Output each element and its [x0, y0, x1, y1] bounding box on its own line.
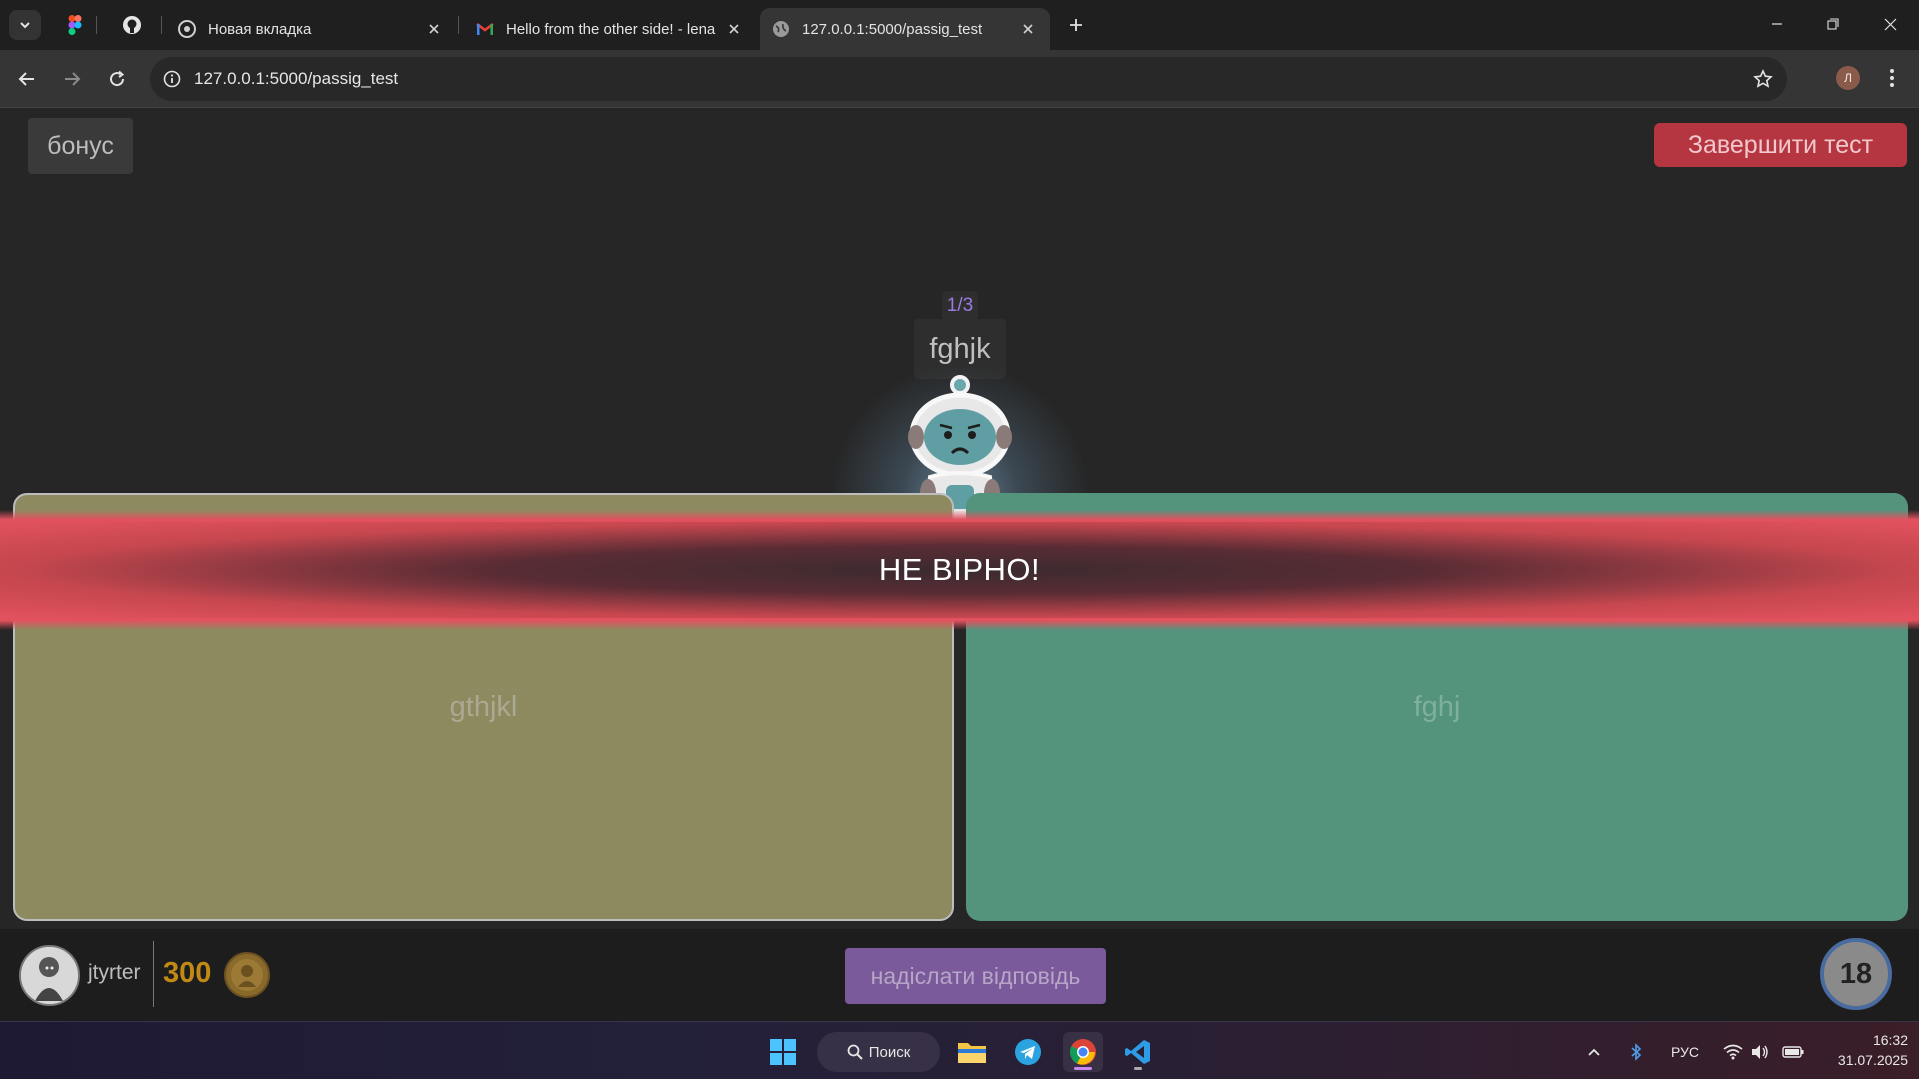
- telegram-icon: [1015, 1039, 1041, 1065]
- submit-answer-button[interactable]: надіслати відповідь: [845, 948, 1106, 1004]
- arrow-right-icon: [65, 72, 81, 86]
- close-icon: [1884, 18, 1896, 30]
- taskbar-search[interactable]: Поиск: [817, 1032, 940, 1072]
- player-bar: jtyrter 300 надіслати відповідь 18: [0, 929, 1919, 1021]
- search-label: Поиск: [868, 1043, 911, 1061]
- wifi-icon: [1723, 1044, 1743, 1060]
- bookmark-star-icon[interactable]: [1751, 67, 1775, 91]
- quiz-page: бонус Завершити тест 1/3 fghjk gthjkl fg…: [0, 109, 1919, 1021]
- url-text[interactable]: 127.0.0.1:5000/passig_test: [194, 69, 398, 89]
- vscode-icon: [1125, 1040, 1150, 1064]
- tray-battery[interactable]: [1782, 1032, 1804, 1072]
- browser-menu-button[interactable]: [1880, 64, 1904, 92]
- avatar[interactable]: [19, 945, 80, 1006]
- more-vert-icon: [1890, 69, 1894, 87]
- finish-test-button[interactable]: Завершити тест: [1654, 123, 1907, 167]
- username: jtyrter: [88, 961, 141, 984]
- gmail-icon: [476, 20, 494, 38]
- chevron-down-icon: [20, 22, 30, 29]
- chrome-icon: [1070, 1039, 1096, 1065]
- result-banner: НЕ ВІРНО!: [0, 510, 1919, 630]
- windows-icon: [770, 1039, 796, 1065]
- profile-avatar[interactable]: Л: [1836, 66, 1860, 90]
- tray-bluetooth[interactable]: [1630, 1032, 1642, 1072]
- tray-overflow[interactable]: [1587, 1032, 1601, 1072]
- minimize-icon: [1772, 23, 1782, 25]
- coin-count: 300: [163, 957, 212, 989]
- coin-icon: [224, 952, 270, 998]
- tab-title: Новая вкладка: [208, 20, 312, 38]
- close-window-button[interactable]: [1867, 8, 1913, 40]
- forward-button[interactable]: [56, 63, 88, 95]
- taskbar-file-explorer[interactable]: [952, 1032, 992, 1072]
- chrome-icon: [178, 20, 196, 38]
- close-icon[interactable]: [724, 19, 744, 39]
- browser-toolbar: 127.0.0.1:5000/passig_test Л: [0, 50, 1919, 108]
- bluetooth-icon: [1631, 1043, 1642, 1061]
- new-tab-button[interactable]: [1063, 12, 1089, 38]
- windows-taskbar: Поиск РУС 16:32 31.07.2025: [0, 1021, 1919, 1079]
- tab-title: 127.0.0.1:5000/passig_test: [802, 20, 983, 38]
- battery-icon: [1782, 1046, 1804, 1058]
- tab-passig-test[interactable]: 127.0.0.1:5000/passig_test: [760, 8, 1050, 50]
- browser-tab-strip: Новая вкладка Hello from the other side!…: [0, 0, 1919, 50]
- reload-icon: [110, 70, 125, 87]
- reload-button[interactable]: [101, 63, 133, 95]
- taskbar-vscode[interactable]: [1118, 1032, 1158, 1072]
- pinned-tab-figma[interactable]: [62, 12, 88, 38]
- github-icon: [123, 16, 141, 34]
- tab-title: Hello from the other side! - lena: [506, 20, 716, 38]
- minimize-button[interactable]: [1754, 8, 1800, 40]
- tray-wifi[interactable]: [1723, 1032, 1743, 1072]
- address-bar[interactable]: 127.0.0.1:5000/passig_test: [150, 57, 1787, 101]
- chevron-up-icon: [1588, 1048, 1600, 1056]
- start-button[interactable]: [763, 1032, 803, 1072]
- plus-icon: [1070, 19, 1082, 31]
- result-banner-text: НЕ ВІРНО!: [878, 552, 1041, 587]
- figma-icon: [68, 15, 82, 35]
- tray-volume[interactable]: [1751, 1032, 1769, 1072]
- close-icon[interactable]: [1018, 19, 1038, 39]
- language-indicator[interactable]: РУС: [1671, 1032, 1699, 1072]
- site-info-icon[interactable]: [150, 57, 194, 101]
- answer-label: gthjkl: [449, 690, 518, 723]
- taskbar-chrome[interactable]: [1063, 1032, 1103, 1072]
- folder-icon: [958, 1043, 986, 1063]
- user-avatar-icon: [21, 947, 78, 1004]
- restore-button[interactable]: [1810, 8, 1856, 40]
- volume-icon: [1752, 1045, 1768, 1059]
- tab-search-button[interactable]: [9, 10, 41, 40]
- bonus-button[interactable]: бонус: [28, 118, 133, 174]
- clock-time: 16:32: [1872, 1032, 1908, 1048]
- restore-icon: [1827, 18, 1839, 30]
- globe-icon: [772, 20, 790, 38]
- answer-label: fghj: [1413, 690, 1461, 723]
- pinned-tab-github[interactable]: [119, 12, 145, 38]
- arrow-left-icon: [18, 72, 34, 86]
- close-icon[interactable]: [424, 19, 444, 39]
- question-counter: 1/3: [942, 291, 978, 321]
- search-icon: [847, 1044, 863, 1060]
- tab-gmail[interactable]: Hello from the other side! - lena: [464, 8, 756, 50]
- timer-badge: 18: [1820, 938, 1892, 1010]
- back-button[interactable]: [11, 63, 43, 95]
- clock-date: 31.07.2025: [1837, 1052, 1908, 1068]
- taskbar-telegram[interactable]: [1008, 1032, 1048, 1072]
- tab-new-tab[interactable]: Новая вкладка: [166, 8, 456, 50]
- taskbar-clock[interactable]: 16:32 31.07.2025: [1820, 1030, 1908, 1070]
